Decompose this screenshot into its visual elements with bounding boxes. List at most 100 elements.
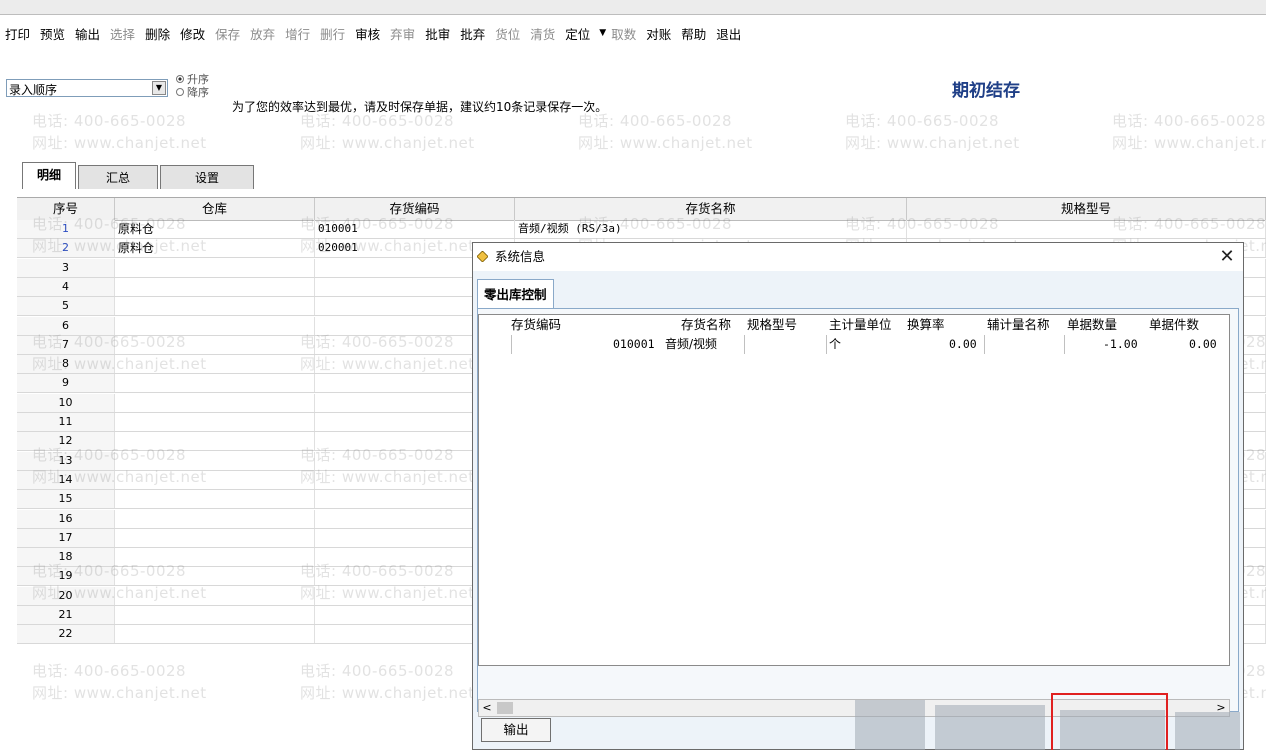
- cell-warehouse[interactable]: [115, 606, 315, 624]
- cell-divider: [744, 335, 745, 354]
- cell-no: 10: [17, 393, 115, 412]
- col-header-code[interactable]: 存货编码: [315, 198, 515, 220]
- col-header-code[interactable]: 存货编码: [511, 315, 561, 335]
- cell-warehouse[interactable]: [115, 335, 315, 354]
- toolbar-item[interactable]: 审核: [350, 24, 385, 43]
- cell-warehouse[interactable]: 原料仓: [115, 239, 315, 258]
- cell-warehouse[interactable]: [115, 393, 315, 412]
- cell-warehouse[interactable]: [115, 509, 315, 528]
- row-pieces: 0.00: [1189, 337, 1217, 351]
- tab-summary[interactable]: 汇总: [78, 165, 159, 189]
- toolbar-item[interactable]: 删除: [140, 24, 175, 43]
- toolbar-item[interactable]: 定位: [560, 24, 595, 43]
- window-top-strip: [0, 0, 1266, 15]
- toolbar-item[interactable]: 批弃: [455, 24, 490, 43]
- toolbar-item[interactable]: 批审: [420, 24, 455, 43]
- watermark-site: 网址: www.chanjet.net: [300, 134, 475, 152]
- table-row[interactable]: 1 原料仓 010001 音频/视频 (RS/3a): [17, 220, 1266, 239]
- cell-warehouse[interactable]: [115, 374, 315, 393]
- toolbar-item[interactable]: 修改: [175, 24, 210, 43]
- cell-warehouse[interactable]: [115, 567, 315, 586]
- cell-warehouse[interactable]: [115, 297, 315, 316]
- toolbar-item[interactable]: 弃审: [385, 24, 420, 43]
- watermark-site: 网址: www.chanjet.net: [578, 134, 753, 152]
- toolbar-item[interactable]: 货位: [490, 24, 525, 43]
- cell-no: 19: [17, 567, 115, 586]
- cell-warehouse[interactable]: [115, 528, 315, 547]
- col-header-unit[interactable]: 主计量单位: [829, 315, 892, 335]
- col-header-pieces[interactable]: 单据件数: [1149, 315, 1199, 335]
- cell-no: 2: [17, 239, 115, 258]
- toolbar-item[interactable]: 预览: [35, 24, 70, 43]
- cell-no: 1: [17, 220, 115, 238]
- col-header-name[interactable]: 存货名称: [515, 198, 907, 220]
- cell-no: 14: [17, 470, 115, 489]
- cell-name[interactable]: 音频/视频 (RS/3a): [515, 220, 907, 238]
- cell-no: 20: [17, 586, 115, 605]
- shortage-table[interactable]: 存货编码 存货名称 规格型号 主计量单位 换算率 辅计量名称 单据数量 单据件数…: [478, 314, 1230, 666]
- cell-warehouse[interactable]: [115, 432, 315, 451]
- col-header-aux-unit[interactable]: 辅计量名称: [987, 315, 1050, 335]
- toolbar-item[interactable]: 清货: [525, 24, 560, 43]
- row-code: 010001: [613, 337, 655, 351]
- cell-warehouse[interactable]: [115, 277, 315, 296]
- toolbar-item[interactable]: 退出: [711, 24, 746, 43]
- cell-warehouse[interactable]: [115, 470, 315, 489]
- dialog-titlebar[interactable]: 系统信息 ✕: [473, 243, 1243, 271]
- toolbar-item[interactable]: 删行: [315, 24, 350, 43]
- col-header-spec[interactable]: 规格型号: [747, 315, 797, 335]
- watermark-phone: 电话: 400-665-0028: [845, 112, 1000, 130]
- output-button[interactable]: 输出: [481, 718, 551, 742]
- toolbar-item[interactable]: 对账: [641, 24, 676, 43]
- col-header-spec[interactable]: 规格型号: [907, 198, 1266, 220]
- cell-code[interactable]: 010001: [315, 220, 515, 238]
- col-header-warehouse[interactable]: 仓库: [115, 198, 315, 220]
- system-info-dialog: 系统信息 ✕ 零出库控制 存货编码 存货名称 规格型号 主计量单位 换算率 辅计…: [472, 242, 1244, 750]
- toolbar-item[interactable]: 增行: [280, 24, 315, 43]
- redacted-area: [855, 700, 925, 750]
- cell-no: 4: [17, 277, 115, 296]
- col-header-no[interactable]: 序号: [17, 198, 115, 220]
- cell-warehouse[interactable]: [115, 258, 315, 277]
- radio-checked-icon: [176, 75, 184, 83]
- sort-desc-radio[interactable]: 降序: [176, 84, 209, 100]
- tab-settings[interactable]: 设置: [160, 165, 255, 189]
- cell-warehouse[interactable]: [115, 451, 315, 470]
- tab-detail[interactable]: 明细: [22, 162, 77, 189]
- cell-warehouse[interactable]: [115, 490, 315, 509]
- close-icon[interactable]: ✕: [1215, 243, 1239, 271]
- highlight-box: [1051, 693, 1168, 750]
- toolbar: 打印 预览 输出 选择 删除 修改 保存 放弃 增行 删行 审核 弃审 批审 批弃 货位 清货 定位 ▼ 取数 对账帮…: [0, 20, 746, 46]
- toolbar-item[interactable]: 输出: [70, 24, 105, 43]
- cell-no: 6: [17, 316, 115, 335]
- cell-warehouse[interactable]: 原料仓: [115, 220, 315, 238]
- chevron-down-icon[interactable]: ▼: [152, 81, 166, 95]
- chevron-down-icon[interactable]: ▼: [599, 28, 606, 38]
- toolbar-item[interactable]: 放弃: [245, 24, 280, 43]
- toolbar-item[interactable]: 帮助: [676, 24, 711, 43]
- toolbar-item[interactable]: 保存: [210, 24, 245, 43]
- col-header-rate[interactable]: 换算率: [907, 315, 945, 335]
- sort-order-select[interactable]: 录入顺序 ▼: [6, 79, 168, 97]
- cell-warehouse[interactable]: [115, 413, 315, 431]
- col-header-name[interactable]: 存货名称: [681, 315, 731, 335]
- col-header-qty[interactable]: 单据数量: [1067, 315, 1117, 335]
- toolbar-item[interactable]: 选择: [105, 24, 140, 43]
- scroll-left-icon[interactable]: <: [479, 700, 495, 716]
- cell-warehouse[interactable]: [115, 316, 315, 335]
- cell-warehouse[interactable]: [115, 586, 315, 605]
- toolbar-item[interactable]: 打印: [0, 24, 35, 43]
- dialog-body: 零出库控制 存货编码 存货名称 规格型号 主计量单位 换算率 辅计量名称 单据数…: [473, 271, 1243, 749]
- redacted-area: [935, 705, 1045, 750]
- cell-no: 21: [17, 606, 115, 624]
- cell-warehouse[interactable]: [115, 548, 315, 567]
- page-title: 期初结存: [952, 81, 1020, 101]
- cell-warehouse[interactable]: [115, 625, 315, 644]
- tab-zero-outbound-control[interactable]: 零出库控制: [477, 279, 554, 309]
- cell-no: 3: [17, 258, 115, 277]
- cell-warehouse[interactable]: [115, 355, 315, 374]
- cell-spec[interactable]: [907, 220, 1266, 238]
- toolbar-item[interactable]: 取数: [606, 24, 641, 43]
- row-qty: -1.00: [1103, 337, 1138, 351]
- scroll-thumb[interactable]: [497, 702, 513, 714]
